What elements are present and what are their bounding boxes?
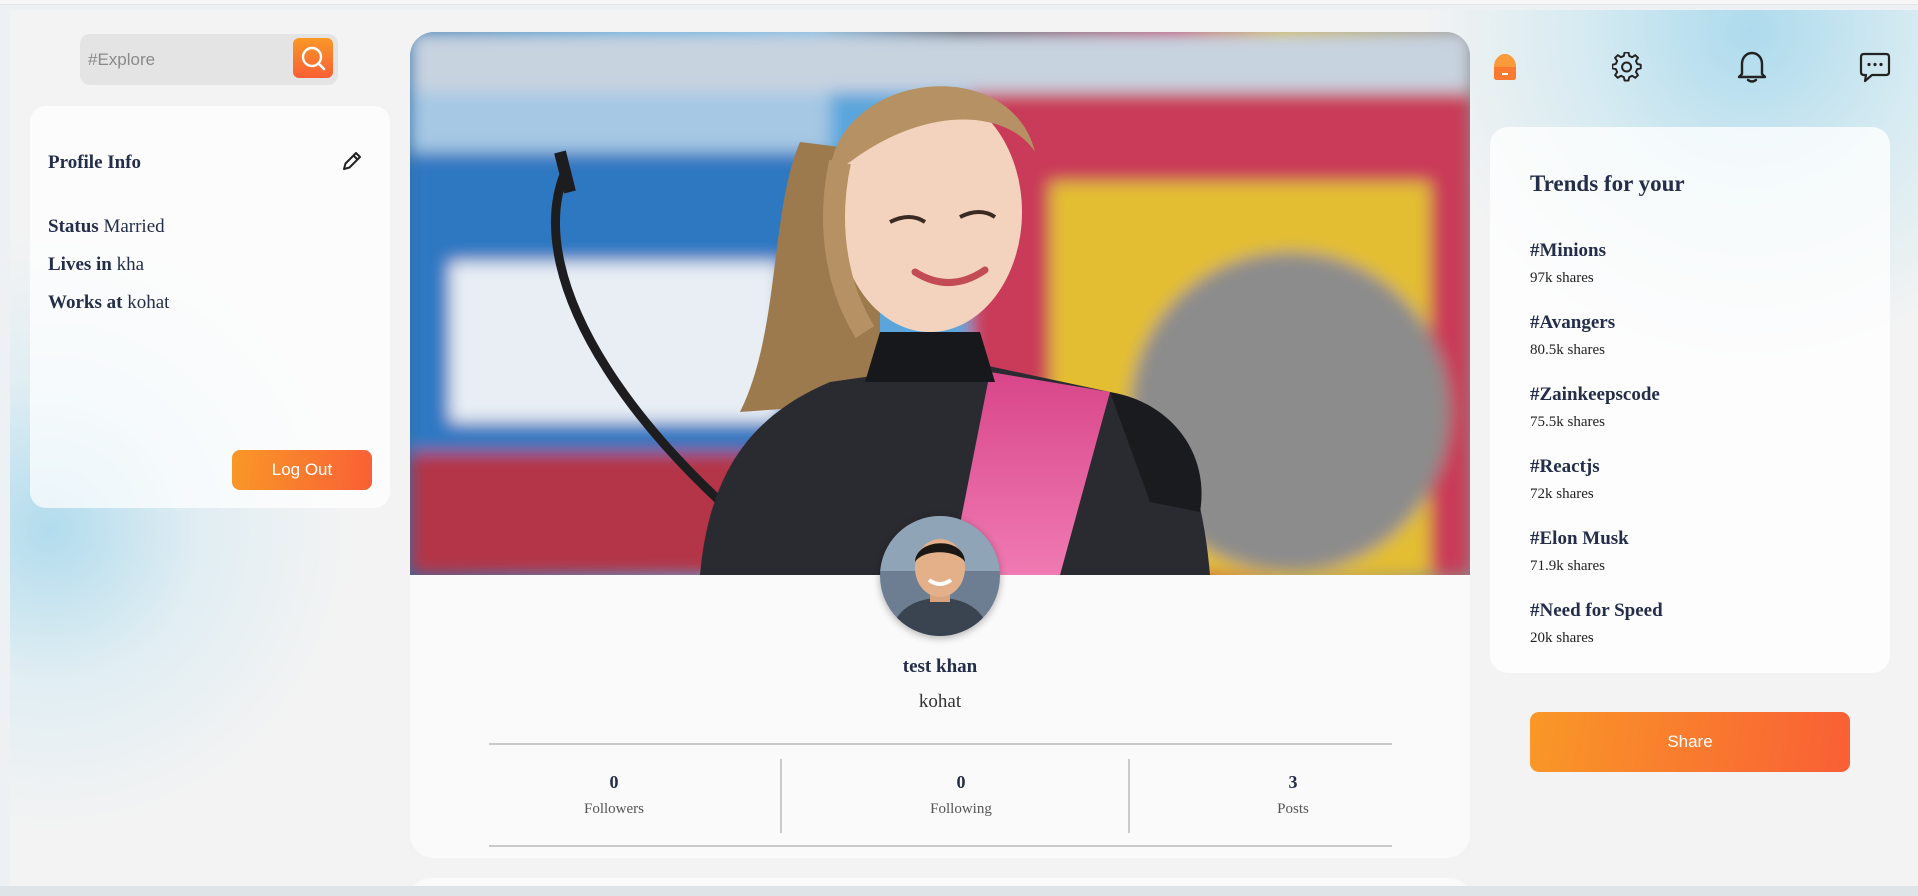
gear-icon[interactable] (1610, 50, 1644, 84)
trends-title: Trends for your (1530, 171, 1685, 196)
trend-item[interactable]: #Zainkeepscode 75.5k shares (1530, 384, 1660, 431)
share-button[interactable]: Share (1530, 712, 1850, 772)
lives-in-value: kha (116, 254, 145, 275)
trend-name: #Elon Musk (1530, 528, 1629, 549)
posts-label: Posts (1277, 801, 1309, 817)
status-value: Married (103, 216, 165, 237)
search-input[interactable] (88, 49, 278, 70)
works-at-label: Works at (48, 292, 123, 313)
stats-top-divider (489, 743, 1392, 745)
following-stat[interactable]: 0 Following (846, 772, 1076, 818)
search-box (80, 34, 338, 85)
profile-info-title: Profile Info (48, 152, 142, 173)
trend-item[interactable]: #Reactjs 72k shares (1530, 456, 1600, 503)
search-button[interactable] (293, 38, 333, 78)
trend-item[interactable]: #Need for Speed 20k shares (1530, 600, 1663, 647)
search-icon (301, 46, 326, 71)
lives-in-row: Lives in kha (48, 254, 144, 276)
profile-card: test khan kohat 0 Followers 0 Following … (410, 32, 1470, 858)
bell-icon[interactable] (1735, 50, 1769, 84)
followers-count: 0 (609, 772, 619, 792)
cover-photo-illustration (410, 32, 1470, 575)
followers-label: Followers (584, 801, 644, 817)
trend-name: #Minions (1530, 240, 1607, 261)
stats-separator (780, 759, 782, 833)
posts-count: 3 (1288, 772, 1298, 792)
profile-name: test khan (902, 656, 978, 677)
chat-icon[interactable] (1858, 50, 1892, 84)
works-at-row: Works at kohat (48, 292, 169, 314)
home-icon[interactable] (1488, 50, 1522, 84)
stats-bottom-divider (489, 845, 1392, 847)
avatar[interactable] (880, 516, 1000, 636)
status-label: Status (48, 216, 99, 237)
trend-shares: 71.9k shares (1530, 558, 1605, 574)
pencil-icon[interactable] (339, 148, 365, 174)
cover-image (410, 32, 1470, 575)
trend-item[interactable]: #Minions 97k shares (1530, 240, 1606, 287)
trend-shares: 20k shares (1530, 630, 1594, 646)
following-count: 0 (956, 772, 966, 792)
trend-shares: 72k shares (1530, 486, 1594, 502)
logout-button[interactable]: Log Out (232, 450, 372, 490)
lives-in-label: Lives in (48, 254, 112, 275)
browser-top-line (0, 0, 1918, 5)
trend-shares: 75.5k shares (1530, 414, 1605, 430)
trend-shares: 97k shares (1530, 270, 1594, 286)
trend-name: #Reactjs (1530, 456, 1600, 477)
works-at-value: kohat (127, 292, 170, 313)
trends-card: Trends for your #Minions 97k shares #Ava… (1490, 127, 1890, 673)
trend-name: #Need for Speed (1530, 600, 1663, 621)
followers-stat[interactable]: 0 Followers (499, 772, 729, 818)
bottom-strip (0, 886, 1918, 896)
profile-info-card: Profile Info Status Married Lives in kha… (30, 106, 390, 508)
trend-name: #Avangers (1530, 312, 1616, 333)
trend-item[interactable]: #Elon Musk 71.9k shares (1530, 528, 1629, 575)
trend-name: #Zainkeepscode (1530, 384, 1660, 405)
profile-location: kohat (918, 691, 962, 712)
stats-separator (1128, 759, 1130, 833)
trend-shares: 80.5k shares (1530, 342, 1605, 358)
status-row: Status Married (48, 216, 165, 238)
posts-stat[interactable]: 3 Posts (1178, 772, 1408, 818)
following-label: Following (930, 801, 992, 817)
trend-item[interactable]: #Avangers 80.5k shares (1530, 312, 1615, 359)
